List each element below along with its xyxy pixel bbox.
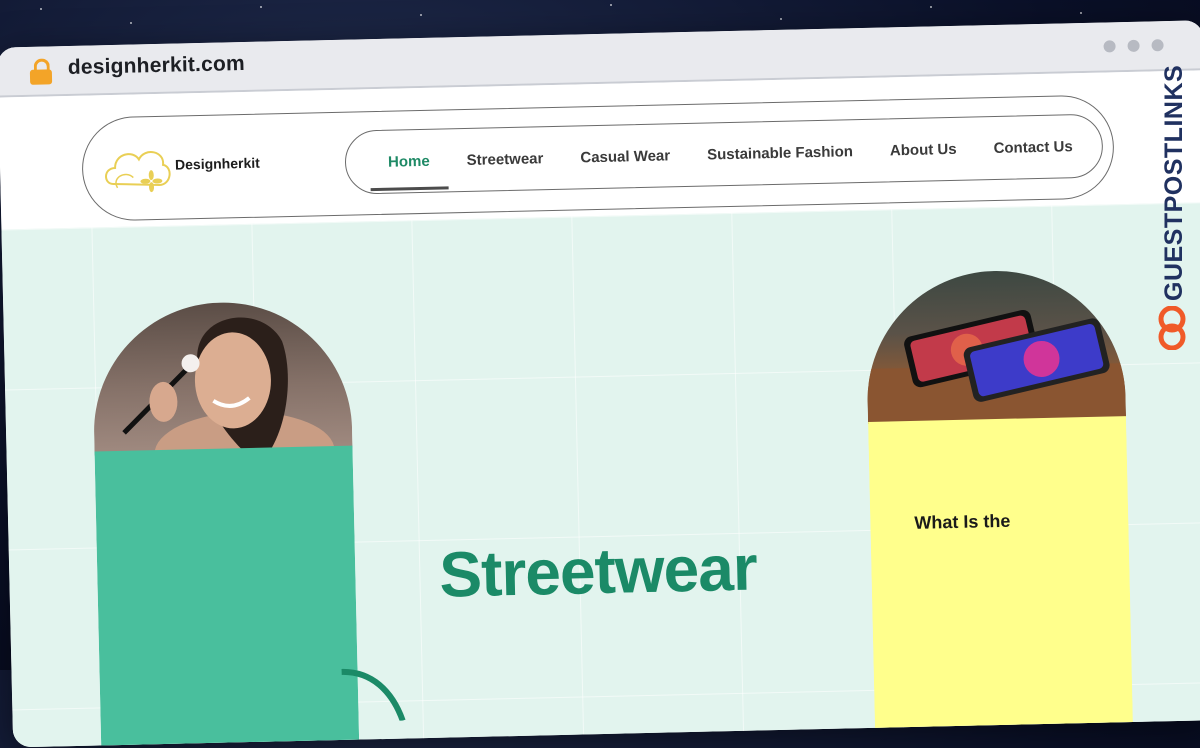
link-chain-icon (1158, 306, 1186, 350)
url-text[interactable]: designherkit.com (68, 52, 246, 80)
nav-about-us[interactable]: About Us (889, 120, 957, 178)
nav-casual-wear[interactable]: Casual Wear (580, 127, 671, 186)
decorative-curve (341, 668, 406, 722)
site-logo[interactable]: Designherkit (103, 140, 274, 194)
lock-icon (29, 58, 53, 85)
right-card-title[interactable]: What Is the (914, 511, 1010, 534)
hero-section: Streetwear What Is the (1, 202, 1200, 748)
right-card-panel (868, 416, 1134, 748)
window-dots-icon[interactable] (1091, 38, 1164, 58)
photo-smartphones (864, 268, 1127, 424)
watermark: GUESTPOSTLINKS (1148, 56, 1200, 356)
nav-contact-us[interactable]: Contact Us (993, 118, 1073, 177)
website: Designherkit Home Streetwear Casual Wear… (0, 70, 1200, 748)
logo-text: Designherkit (174, 154, 260, 173)
main-nav: Home Streetwear Casual Wear Sustainable … (344, 113, 1104, 195)
hero-title: Streetwear (438, 531, 758, 611)
left-arch-card[interactable] (91, 299, 360, 748)
header-container: Designherkit Home Streetwear Casual Wear… (80, 94, 1116, 222)
right-arch-card[interactable]: What Is the (864, 268, 1134, 748)
nav-sustainable-fashion[interactable]: Sustainable Fashion (706, 123, 853, 183)
watermark-text: GUESTPOSTLINKS (1160, 64, 1188, 301)
nav-streetwear[interactable]: Streetwear (466, 130, 544, 189)
browser-frame: designherkit.com Designherkit Home Stree… (0, 0, 1200, 748)
nav-home[interactable]: Home (387, 132, 430, 190)
photo-woman-makeup (91, 299, 353, 493)
logo-cloud-flower-icon (105, 151, 171, 193)
left-card-panel (94, 445, 360, 748)
browser-window: designherkit.com Designherkit Home Stree… (0, 20, 1200, 748)
